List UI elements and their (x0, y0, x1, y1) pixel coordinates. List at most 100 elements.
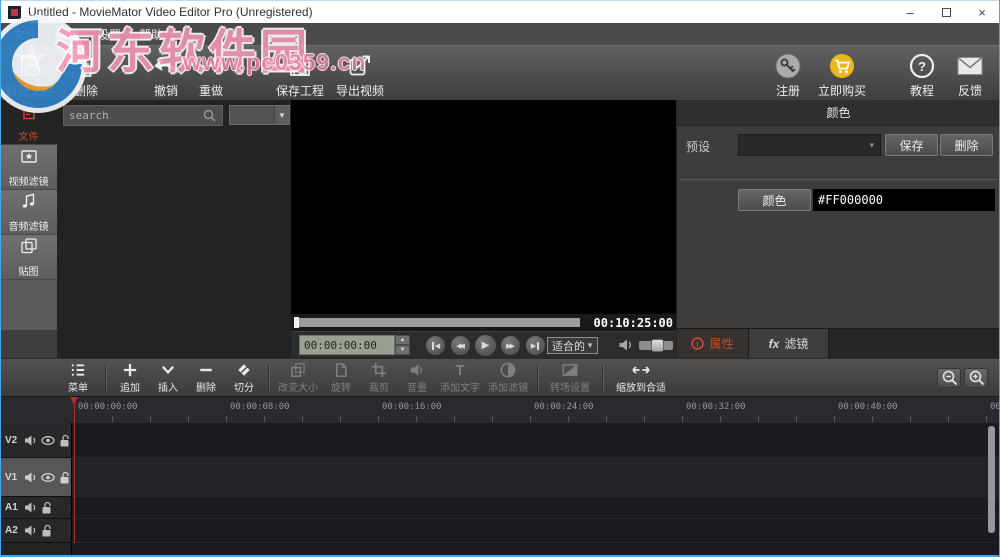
timeline-lane-a2[interactable] (72, 519, 1000, 543)
trash-icon (74, 50, 98, 81)
tab-filters[interactable]: fx 滤镜 (749, 329, 829, 358)
volume-handle[interactable] (651, 339, 664, 352)
track-header-v2[interactable]: V2 (0, 423, 72, 458)
play-icon: ▶ (481, 340, 490, 351)
skip-end-button[interactable]: ▶ (525, 335, 546, 356)
save-project-button[interactable]: 保存工程 (270, 50, 330, 99)
playhead[interactable] (74, 397, 75, 543)
lock-open-icon[interactable] (41, 501, 53, 514)
tracks-scrollbar[interactable] (988, 426, 995, 533)
media-type-dropdown[interactable]: ▼ (229, 105, 290, 125)
close-button[interactable]: × (964, 1, 1000, 23)
fast-forward-button[interactable]: ▶▶ (500, 335, 521, 356)
magnifier-minus-icon (942, 370, 957, 386)
add-filter-button[interactable]: 添加滤镜 (484, 361, 532, 395)
timeline-ruler[interactable]: 00:00:00:00 00:00:08:00 00:00:16:00 00:0… (0, 396, 1000, 423)
append-button[interactable]: 追加 (111, 361, 149, 395)
split-diamond-icon (235, 361, 253, 379)
register-button[interactable]: 注册 (764, 50, 812, 99)
track-header-v1[interactable]: V1 (0, 458, 72, 497)
sidebar-empty-area (0, 330, 57, 358)
feedback-button[interactable]: 反馈 (946, 50, 994, 99)
toolbar-separator (537, 364, 538, 391)
toolbar-separator (268, 364, 269, 391)
playhead-marker[interactable] (70, 397, 78, 405)
preset-delete-button[interactable]: 删除 (940, 134, 993, 156)
open-file-button[interactable]: 打开文件 (2, 50, 58, 99)
menu-settings[interactable]: 设置 (88, 23, 130, 46)
play-button[interactable]: ▶ (474, 334, 497, 357)
search-input[interactable] (64, 109, 196, 122)
mute-icon[interactable] (24, 501, 37, 514)
volume-slider[interactable] (639, 339, 673, 352)
sidebar-tab-audio-filters[interactable]: 音频滤镜 (0, 190, 57, 235)
mute-icon[interactable] (24, 471, 37, 484)
preset-select[interactable]: ▾ (738, 134, 881, 156)
menu-edit[interactable]: 编辑 (46, 23, 88, 46)
eye-icon[interactable] (41, 434, 55, 447)
panel-tab-bar: i 属性 fx 滤镜 (677, 328, 1000, 358)
rotate-icon (332, 361, 350, 379)
zoom-in-button[interactable] (964, 367, 988, 388)
zoom-fit-button[interactable]: 缩放到合适 (608, 361, 674, 395)
maximize-button[interactable] (928, 1, 964, 23)
sidebar-tab-files[interactable]: 文件 (0, 100, 57, 145)
timeline-lane-v1[interactable] (72, 458, 1000, 497)
tutorial-button[interactable]: ? 教程 (898, 50, 946, 99)
export-video-button[interactable]: 导出视频 (330, 50, 390, 99)
info-icon: i (691, 337, 705, 350)
mute-icon[interactable] (24, 434, 37, 447)
window-border (0, 0, 1, 557)
maximize-icon (941, 7, 951, 17)
transport-bar: 00:00:00:00 ▲ ▼ ◀ ◀◀ ▶ ▶▶ ▶ 适合的 ▼ (291, 331, 676, 358)
app-icon[interactable] (8, 5, 21, 19)
transition-settings-button[interactable]: 转场设置 (543, 361, 597, 395)
color-value-field[interactable]: #FF000000 (813, 189, 995, 211)
timecode-up-button[interactable]: ▲ (395, 335, 410, 345)
color-picker-button[interactable]: 颜色 (738, 189, 811, 211)
lock-open-icon[interactable] (41, 524, 53, 537)
insert-button[interactable]: 插入 (149, 361, 187, 395)
lock-open-icon[interactable] (59, 434, 71, 447)
sidebar-tab-stickers[interactable]: 贴图 (0, 235, 57, 280)
timeline-menu-button[interactable]: 菜单 (56, 361, 100, 395)
mute-icon[interactable] (24, 524, 37, 537)
eye-icon[interactable] (41, 471, 55, 484)
add-text-button[interactable]: T 添加文字 (436, 361, 484, 395)
timecode-down-button[interactable]: ▼ (395, 345, 410, 355)
undo-button[interactable]: 撤销 (141, 50, 191, 99)
crop-button[interactable]: 裁剪 (360, 361, 398, 395)
timeline-lane-a1[interactable] (72, 497, 1000, 519)
ruler-ticks (74, 416, 1000, 422)
buy-now-button[interactable]: 立即购买 (812, 50, 872, 99)
menu-file[interactable]: 文件 (4, 23, 46, 46)
ripple-delete-button[interactable]: 删除 (187, 361, 225, 395)
timeline-lane-v2[interactable] (72, 423, 1000, 458)
sidebar-tab-video-filters[interactable]: 视频滤镜 (0, 145, 57, 190)
minimize-button[interactable]: – (892, 1, 928, 23)
delete-button[interactable]: 删除 (60, 50, 112, 99)
rewind-button[interactable]: ◀◀ (450, 335, 471, 356)
zoom-out-button[interactable] (937, 367, 961, 388)
seek-handle[interactable] (294, 317, 299, 328)
track-header-a2[interactable]: A2 (0, 519, 72, 543)
menu-help[interactable]: 帮助 (130, 23, 172, 46)
skip-start-button[interactable]: ◀ (425, 335, 446, 356)
speaker-icon[interactable] (618, 338, 634, 352)
lock-open-icon[interactable] (59, 471, 71, 484)
color-row: 颜色 #FF000000 (677, 189, 1000, 211)
preset-save-button[interactable]: 保存 (885, 134, 938, 156)
left-sidebar: 文件 视频滤镜 音频滤镜 贴图 (0, 100, 57, 358)
zoom-fit-dropdown[interactable]: 适合的 ▼ (547, 337, 598, 354)
split-button[interactable]: 切分 (225, 361, 263, 395)
tab-filters-label: 滤镜 (784, 337, 809, 351)
resize-button[interactable]: 改变大小 (274, 361, 322, 395)
tab-properties[interactable]: i 属性 (677, 329, 749, 358)
track-header-a1[interactable]: A1 (0, 497, 72, 519)
seek-bar[interactable] (294, 317, 580, 328)
volume-button[interactable]: 音量 (398, 361, 436, 395)
redo-button[interactable]: 重做 (186, 50, 236, 99)
sticker-icon (20, 237, 38, 260)
current-timecode-field[interactable]: 00:00:00:00 (299, 335, 395, 355)
rotate-button[interactable]: 旋转 (322, 361, 360, 395)
